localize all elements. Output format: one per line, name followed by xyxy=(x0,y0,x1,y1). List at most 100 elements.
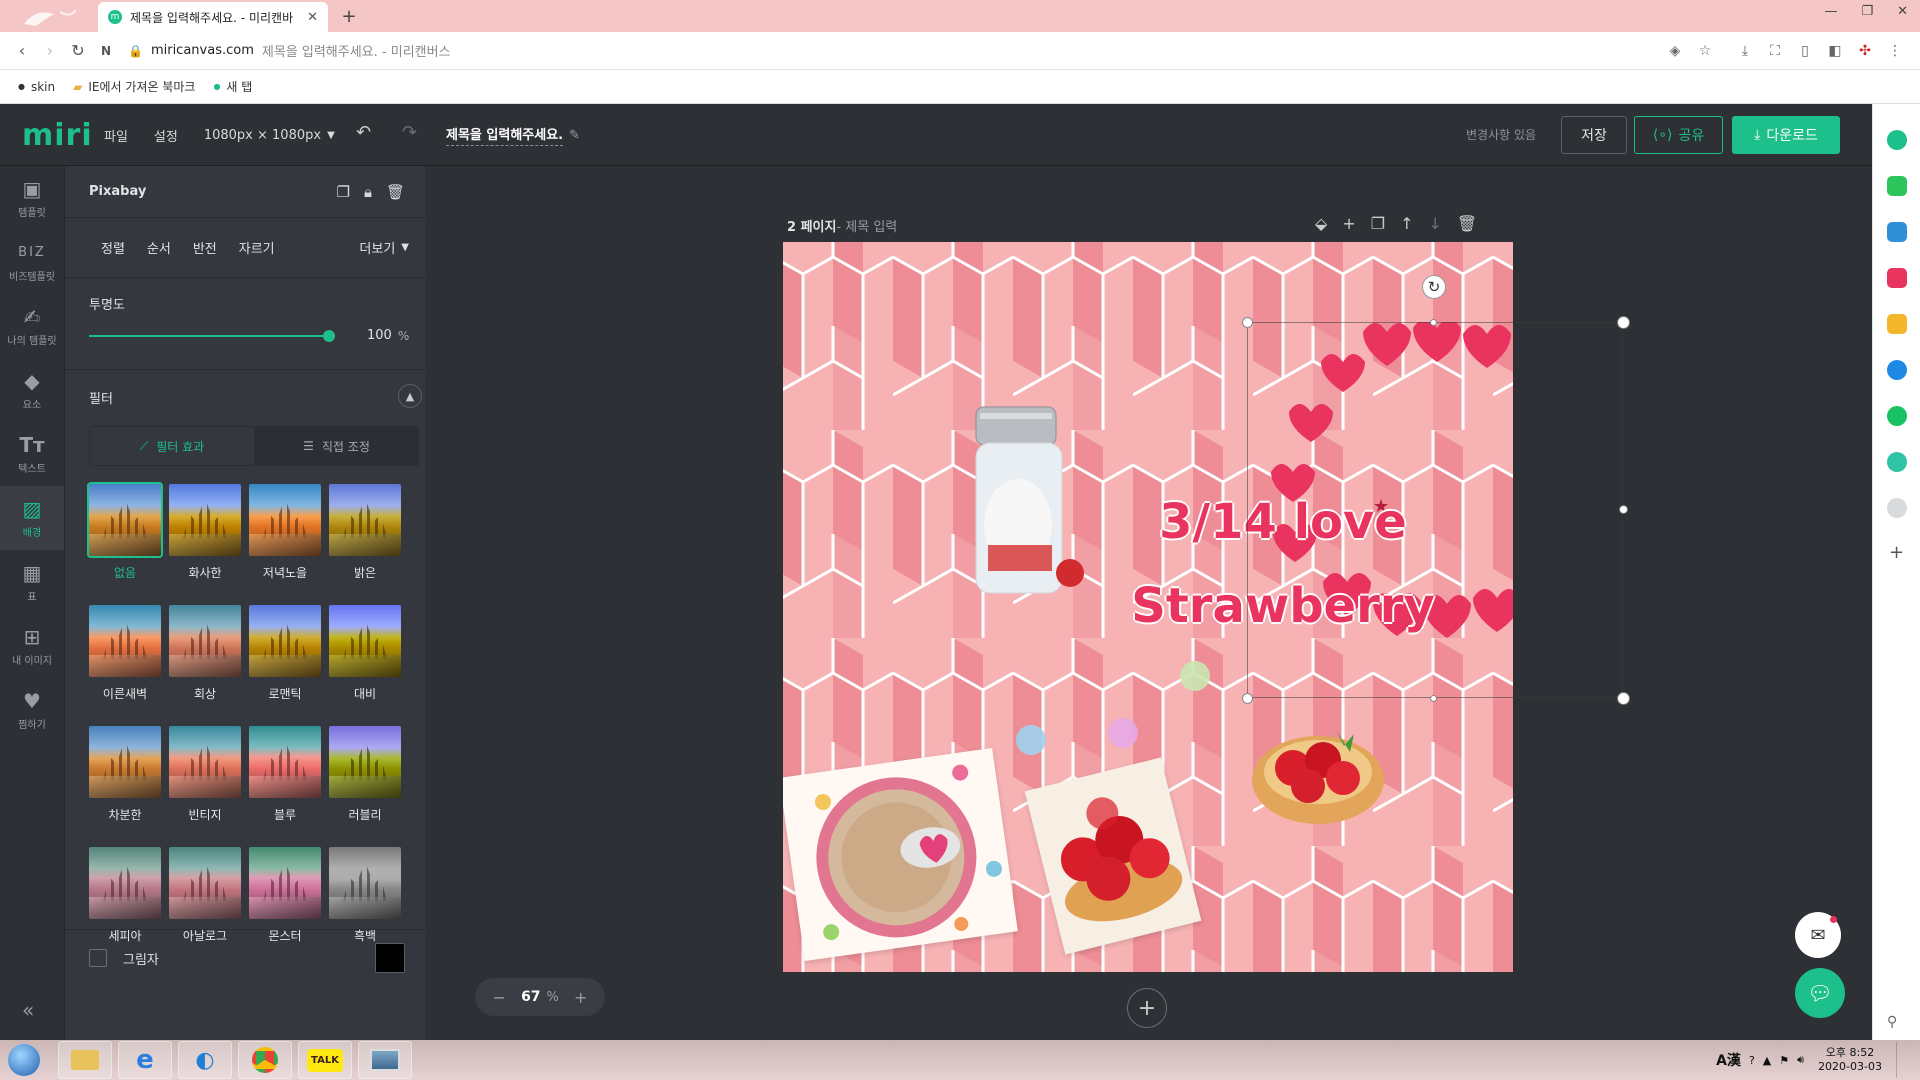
minimize-icon[interactable]: — xyxy=(1824,4,1837,19)
collapse-panel-button[interactable]: « xyxy=(22,998,34,1022)
filter-thumbnail[interactable] xyxy=(169,484,241,556)
filter-thumbnail[interactable] xyxy=(169,726,241,798)
zoom-in-button[interactable]: + xyxy=(574,988,587,1007)
filter-option[interactable]: 없음 xyxy=(87,482,163,581)
coffee-photo[interactable] xyxy=(783,747,1018,962)
sidebar-icon[interactable]: ◧ xyxy=(1824,40,1846,62)
filter-option[interactable]: 세피아 xyxy=(89,847,161,944)
duplicate-page-icon[interactable]: ❐ xyxy=(1371,214,1385,233)
clock[interactable]: 오후 8:52 2020-03-03 xyxy=(1818,1046,1882,1074)
order-button[interactable]: 순서 xyxy=(147,238,171,257)
rail-favorites[interactable]: ♥ 찜하기 xyxy=(0,678,64,742)
canvas-size-dropdown[interactable]: 1080px × 1080px ▼ xyxy=(204,128,335,143)
filter-option[interactable]: 화사한 xyxy=(169,484,241,581)
close-window-icon[interactable]: ✕ xyxy=(1897,4,1908,19)
share-button[interactable]: ⟨∘⟩ 공유 xyxy=(1634,116,1723,154)
filter-option[interactable]: 대비 xyxy=(329,605,401,702)
add-extension-icon[interactable]: + xyxy=(1873,542,1920,563)
reload-icon[interactable]: ↻ xyxy=(66,39,90,63)
filter-option[interactable]: 이른새벽 xyxy=(89,605,161,702)
tab-manual-adjust[interactable]: ☰ 직접 조정 xyxy=(254,438,419,455)
taskbar-kakaotalk[interactable]: TALK xyxy=(298,1041,352,1079)
extension-chat-icon[interactable] xyxy=(1886,176,1907,196)
rail-elements[interactable]: ◆ 요소 xyxy=(0,358,64,422)
menu-icon[interactable]: ⋮ xyxy=(1884,40,1906,62)
browser-tab-active[interactable]: m 제목을 입력해주세요. - 미리캔바 ✕ xyxy=(98,2,328,32)
browser-profile-image[interactable] xyxy=(14,6,84,28)
filter-thumbnail[interactable] xyxy=(329,847,401,919)
bookmark-item[interactable]: ● skin xyxy=(18,80,55,94)
collapse-filter-icon[interactable]: ▲ xyxy=(398,384,422,408)
download-icon[interactable]: ⤓ xyxy=(1734,40,1756,62)
volume-icon[interactable]: 🔊︎ xyxy=(1797,1053,1804,1067)
filter-thumbnail[interactable] xyxy=(249,847,321,919)
rail-text[interactable]: Tт 텍스트 xyxy=(0,422,64,486)
restore-icon[interactable]: ❐ xyxy=(1861,4,1873,19)
new-tab-button[interactable]: + xyxy=(338,4,360,28)
filter-option[interactable]: 회상 xyxy=(169,605,241,702)
trash-icon[interactable]: 🗑︎ xyxy=(386,183,405,201)
canvas-title-text[interactable]: 3/14 love Strawberry xyxy=(1103,480,1463,648)
align-button[interactable]: 정렬 xyxy=(101,238,125,257)
filter-thumbnail[interactable] xyxy=(89,847,161,919)
menu-settings[interactable]: 설정 xyxy=(154,126,178,145)
save-button[interactable]: 저장 xyxy=(1561,116,1627,154)
resize-handle-nw[interactable] xyxy=(1242,317,1253,328)
extension-red-icon[interactable] xyxy=(1886,268,1907,288)
miri-logo[interactable]: miri xyxy=(22,118,93,153)
resize-handle-n[interactable] xyxy=(1430,319,1437,326)
move-up-icon[interactable]: ↑ xyxy=(1400,214,1413,233)
extension-store-icon[interactable] xyxy=(1886,222,1907,242)
shield-icon[interactable]: ◈ xyxy=(1664,40,1686,62)
filter-thumbnail[interactable] xyxy=(329,726,401,798)
canvas-text-line-2[interactable]: Strawberry xyxy=(1103,564,1463,648)
filter-thumbnail[interactable] xyxy=(329,484,401,556)
download-button[interactable]: ⤓ 다운로드 xyxy=(1732,116,1840,154)
capture-icon[interactable]: ⛶ xyxy=(1764,40,1786,62)
filter-option[interactable]: 흑백 xyxy=(329,847,401,944)
extension-star-icon[interactable] xyxy=(1886,314,1907,334)
shadow-checkbox[interactable] xyxy=(89,949,107,967)
rail-background[interactable]: ▨ 배경 xyxy=(0,486,64,550)
pin-icon[interactable]: ⚲ xyxy=(1887,1014,1897,1030)
zoom-out-button[interactable]: − xyxy=(493,988,506,1007)
filter-thumbnail[interactable] xyxy=(87,482,163,558)
add-page-icon[interactable]: + xyxy=(1342,214,1355,233)
start-button[interactable] xyxy=(0,1040,48,1080)
flip-button[interactable]: 반전 xyxy=(193,238,217,257)
copy-icon[interactable]: ❐ xyxy=(337,183,350,201)
taskbar-whale[interactable]: ◐ xyxy=(178,1041,232,1079)
taskbar-photo[interactable] xyxy=(358,1041,412,1079)
extension-play-icon[interactable] xyxy=(1886,452,1907,472)
paint-bucket-icon[interactable]: ⬙ xyxy=(1315,214,1327,233)
resize-handle-sw[interactable] xyxy=(1242,693,1253,704)
filter-option[interactable]: 빈티지 xyxy=(169,726,241,823)
filter-option[interactable]: 몬스터 xyxy=(249,847,321,944)
ime-indicator[interactable]: A漢 xyxy=(1716,1050,1741,1070)
resize-handle-se[interactable] xyxy=(1617,692,1630,705)
candy-jar-image[interactable] xyxy=(966,405,1086,608)
shadow-color-swatch[interactable] xyxy=(375,943,405,973)
resize-handle-ne[interactable] xyxy=(1617,316,1630,329)
add-page-button[interactable]: + xyxy=(1127,988,1167,1028)
opacity-slider-handle[interactable] xyxy=(323,330,335,342)
page-title[interactable]: - 제목 입력 xyxy=(836,216,897,235)
resize-handle-s[interactable] xyxy=(1430,695,1437,702)
filter-option[interactable]: 차분한 xyxy=(89,726,161,823)
menu-file[interactable]: 파일 xyxy=(104,126,128,145)
reader-icon[interactable]: ▯ xyxy=(1794,40,1816,62)
zoom-value[interactable]: 67 xyxy=(521,989,540,1005)
extension-bot-icon[interactable] xyxy=(1886,498,1907,518)
delete-page-icon[interactable]: 🗑︎ xyxy=(1457,214,1477,233)
home-icon[interactable]: N xyxy=(94,39,118,63)
extension-icon[interactable]: ✣ xyxy=(1854,40,1876,62)
taskbar-ie[interactable]: e xyxy=(118,1041,172,1079)
move-down-icon[interactable]: ↓ xyxy=(1428,214,1441,233)
opacity-value[interactable]: 100 xyxy=(367,328,392,343)
extension-green-icon[interactable] xyxy=(1886,130,1907,150)
filter-thumbnail[interactable] xyxy=(169,605,241,677)
filter-thumbnail[interactable] xyxy=(249,726,321,798)
chat-button[interactable]: 💬︎ xyxy=(1795,968,1845,1018)
crop-button[interactable]: 자르기 xyxy=(239,238,275,257)
tab-filter-effects[interactable]: ⟋ 필터 효과 xyxy=(90,427,254,465)
